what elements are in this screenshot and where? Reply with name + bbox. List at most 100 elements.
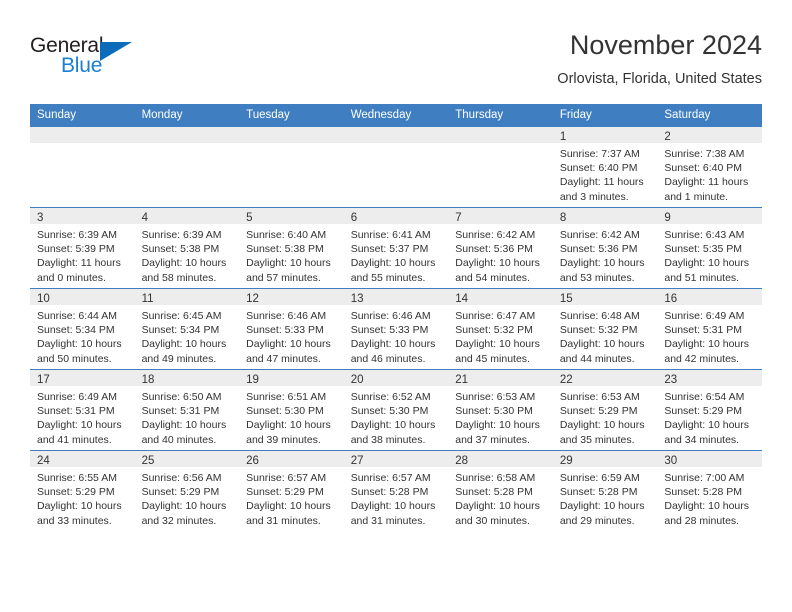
day-number: 25 [134, 451, 240, 467]
day-details: Sunrise: 6:49 AM Sunset: 5:31 PM Daylight:… [657, 305, 762, 366]
calendar-day-cell[interactable]: 21 Sunrise: 6:53 AM Sunset: 5:30 PM Dayligh… [448, 369, 553, 451]
daylight-text: Daylight: 10 hours and 44 minutes. [559, 338, 645, 365]
day-number [134, 127, 240, 143]
day-details: Sunrise: 7:38 AM Sunset: 6:40 PM Daylight:… [657, 143, 762, 204]
calendar-day-cell[interactable]: 13 Sunrise: 6:46 AM Sunset: 5:33 PM Dayligh… [343, 288, 449, 370]
sunset-text: Sunset: 5:29 PM [141, 486, 220, 499]
calendar-day-cell[interactable]: 16 Sunrise: 6:49 AM Sunset: 5:31 PM Dayligh… [657, 288, 762, 370]
calendar-day-cell[interactable]: 1 Sunrise: 7:37 AM Sunset: 6:40 PM Daylight… [552, 126, 658, 208]
day-details: Sunrise: 6:59 AM Sunset: 5:28 PM Daylight:… [553, 467, 658, 528]
page-title: November 2024 [569, 30, 762, 60]
sunset-text: Sunset: 5:39 PM [37, 243, 115, 256]
location-subtitle: Orlovista, Florida, United States [557, 71, 762, 87]
day-details: Sunrise: 6:58 AM Sunset: 5:28 PM Daylight:… [448, 467, 553, 528]
sunrise-text: Sunrise: 6:44 AM [37, 310, 117, 322]
calendar-week-row: 10 Sunrise: 6:44 AM Sunset: 5:34 PM Dayligh… [30, 288, 762, 370]
calendar-day-cell[interactable]: 14 Sunrise: 6:47 AM Sunset: 5:32 PM Dayligh… [448, 288, 553, 370]
daylight-text: Daylight: 11 hours and 0 minutes. [37, 257, 121, 284]
day-number: 1 [552, 127, 658, 143]
sunrise-text: Sunrise: 7:00 AM [664, 472, 745, 484]
calendar-day-cell[interactable]: 12 Sunrise: 6:46 AM Sunset: 5:33 PM Dayligh… [239, 288, 344, 370]
calendar-week-row: 1 Sunrise: 7:37 AM Sunset: 6:40 PM Daylight… [30, 126, 762, 208]
day-details: Sunrise: 6:41 AM Sunset: 5:37 PM Daylight:… [344, 224, 449, 285]
calendar-day-cell[interactable]: 10 Sunrise: 6:44 AM Sunset: 5:34 PM Dayligh… [30, 288, 135, 370]
sunset-text: Sunset: 5:28 PM [664, 486, 743, 499]
calendar-week-row: 3 Sunrise: 6:39 AM Sunset: 5:39 PM Daylight… [30, 207, 762, 289]
daylight-text: Daylight: 10 hours and 46 minutes. [350, 338, 436, 365]
sunset-text: Sunset: 5:33 PM [350, 324, 429, 337]
day-details: Sunrise: 6:57 AM Sunset: 5:28 PM Daylight:… [344, 467, 449, 528]
calendar-day-cell[interactable]: 7 Sunrise: 6:42 AM Sunset: 5:36 PM Daylight… [448, 207, 553, 289]
day-number: 22 [552, 370, 658, 386]
daylight-text: Daylight: 10 hours and 51 minutes. [664, 257, 750, 284]
calendar-day-cell[interactable]: 20 Sunrise: 6:52 AM Sunset: 5:30 PM Dayligh… [343, 369, 449, 451]
day-number: 13 [343, 289, 449, 305]
daylight-text: Daylight: 10 hours and 35 minutes. [559, 419, 645, 446]
daylight-text: Daylight: 10 hours and 34 minutes. [664, 419, 750, 446]
day-details: Sunrise: 6:49 AM Sunset: 5:31 PM Daylight:… [30, 386, 135, 447]
calendar-day-cell[interactable]: 26 Sunrise: 6:57 AM Sunset: 5:29 PM Dayligh… [239, 450, 344, 531]
calendar-day-cell-empty [343, 126, 449, 208]
calendar-day-cell[interactable]: 2 Sunrise: 7:38 AM Sunset: 6:40 PM Daylight… [657, 126, 762, 208]
calendar-day-cell[interactable]: 28 Sunrise: 6:58 AM Sunset: 5:28 PM Dayligh… [448, 450, 553, 531]
sunset-text: Sunset: 5:28 PM [455, 486, 533, 499]
day-number: 18 [134, 370, 240, 386]
calendar-day-cell[interactable]: 5 Sunrise: 6:40 AM Sunset: 5:38 PM Daylight… [239, 207, 344, 289]
day-number [30, 127, 135, 143]
calendar-day-cell[interactable]: 9 Sunrise: 6:43 AM Sunset: 5:35 PM Daylight… [657, 207, 762, 289]
day-details: Sunrise: 6:54 AM Sunset: 5:29 PM Daylight:… [657, 386, 762, 447]
sunrise-text: Sunrise: 6:39 AM [37, 229, 117, 241]
logo-triangle-icon [100, 42, 132, 61]
logo-text-blue: Blue [61, 54, 103, 77]
calendar-day-cell[interactable]: 30 Sunrise: 7:00 AM Sunset: 5:28 PM Dayligh… [657, 450, 762, 531]
day-details: Sunrise: 6:46 AM Sunset: 5:33 PM Daylight:… [344, 305, 449, 366]
sunset-text: Sunset: 5:34 PM [141, 324, 220, 337]
sunset-text: Sunset: 5:36 PM [559, 243, 638, 256]
daylight-text: Daylight: 10 hours and 58 minutes. [141, 257, 227, 284]
calendar-day-cell[interactable]: 23 Sunrise: 6:54 AM Sunset: 5:29 PM Dayligh… [657, 369, 762, 451]
calendar-day-cell[interactable]: 27 Sunrise: 6:57 AM Sunset: 5:28 PM Dayligh… [343, 450, 449, 531]
calendar-header-row: Sunday Monday Tuesday Wednesday Thursday… [30, 104, 762, 127]
sunset-text: Sunset: 5:29 PM [664, 405, 743, 418]
sunset-text: Sunset: 5:29 PM [246, 486, 324, 499]
sunrise-text: Sunrise: 6:45 AM [141, 310, 222, 322]
calendar-day-cell[interactable]: 4 Sunrise: 6:39 AM Sunset: 5:38 PM Daylight… [134, 207, 240, 289]
day-number [343, 127, 449, 143]
sunset-text: Sunset: 5:31 PM [664, 324, 743, 337]
sunset-text: Sunset: 5:30 PM [246, 405, 324, 418]
sunrise-text: Sunrise: 6:43 AM [664, 229, 745, 241]
calendar-day-cell[interactable]: 11 Sunrise: 6:45 AM Sunset: 5:34 PM Dayligh… [134, 288, 240, 370]
calendar-day-cell[interactable]: 22 Sunrise: 6:53 AM Sunset: 5:29 PM Dayligh… [552, 369, 658, 451]
day-number: 15 [552, 289, 658, 305]
day-details: Sunrise: 6:56 AM Sunset: 5:29 PM Daylight:… [135, 467, 240, 528]
page-header: General Blue November 2024 Orlovista, Fl… [30, 28, 762, 102]
sunset-text: Sunset: 5:32 PM [455, 324, 533, 337]
weekday-header-monday: Monday [134, 104, 240, 127]
sunset-text: Sunset: 5:32 PM [559, 324, 638, 337]
calendar-day-cell[interactable]: 29 Sunrise: 6:59 AM Sunset: 5:28 PM Dayligh… [552, 450, 658, 531]
calendar-day-cell[interactable]: 18 Sunrise: 6:50 AM Sunset: 5:31 PM Dayligh… [134, 369, 240, 451]
day-details: Sunrise: 6:55 AM Sunset: 5:29 PM Daylight:… [30, 467, 135, 528]
calendar-table: Sunday Monday Tuesday Wednesday Thursday… [30, 104, 762, 531]
calendar-day-cell[interactable]: 6 Sunrise: 6:41 AM Sunset: 5:37 PM Daylight… [343, 207, 449, 289]
day-number: 11 [134, 289, 240, 305]
calendar-day-cell[interactable]: 8 Sunrise: 6:42 AM Sunset: 5:36 PM Daylight… [552, 207, 658, 289]
calendar-page: General Blue November 2024 Orlovista, Fl… [0, 0, 792, 612]
calendar-day-cell[interactable]: 24 Sunrise: 6:55 AM Sunset: 5:29 PM Dayligh… [30, 450, 135, 531]
calendar-day-cell[interactable]: 15 Sunrise: 6:48 AM Sunset: 5:32 PM Dayligh… [552, 288, 658, 370]
weekday-header-sunday: Sunday [30, 104, 135, 127]
calendar-day-cell-empty [134, 126, 240, 208]
sunrise-text: Sunrise: 6:49 AM [37, 391, 117, 403]
calendar-day-cell[interactable]: 3 Sunrise: 6:39 AM Sunset: 5:39 PM Daylight… [30, 207, 135, 289]
day-details: Sunrise: 7:00 AM Sunset: 5:28 PM Daylight:… [657, 467, 762, 528]
calendar-day-cell[interactable]: 17 Sunrise: 6:49 AM Sunset: 5:31 PM Dayligh… [30, 369, 135, 451]
day-details: Sunrise: 6:42 AM Sunset: 5:36 PM Daylight:… [448, 224, 553, 285]
calendar-day-cell[interactable]: 19 Sunrise: 6:51 AM Sunset: 5:30 PM Dayligh… [239, 369, 344, 451]
sunrise-text: Sunrise: 6:40 AM [246, 229, 327, 241]
calendar-day-cell[interactable]: 25 Sunrise: 6:56 AM Sunset: 5:29 PM Dayligh… [134, 450, 240, 531]
day-number: 17 [30, 370, 135, 386]
daylight-text: Daylight: 10 hours and 50 minutes. [37, 338, 122, 365]
general-blue-logo[interactable]: General Blue [30, 34, 210, 82]
calendar-body: 1 Sunrise: 7:37 AM Sunset: 6:40 PM Daylight… [30, 126, 762, 531]
sunrise-text: Sunrise: 7:37 AM [559, 148, 640, 160]
